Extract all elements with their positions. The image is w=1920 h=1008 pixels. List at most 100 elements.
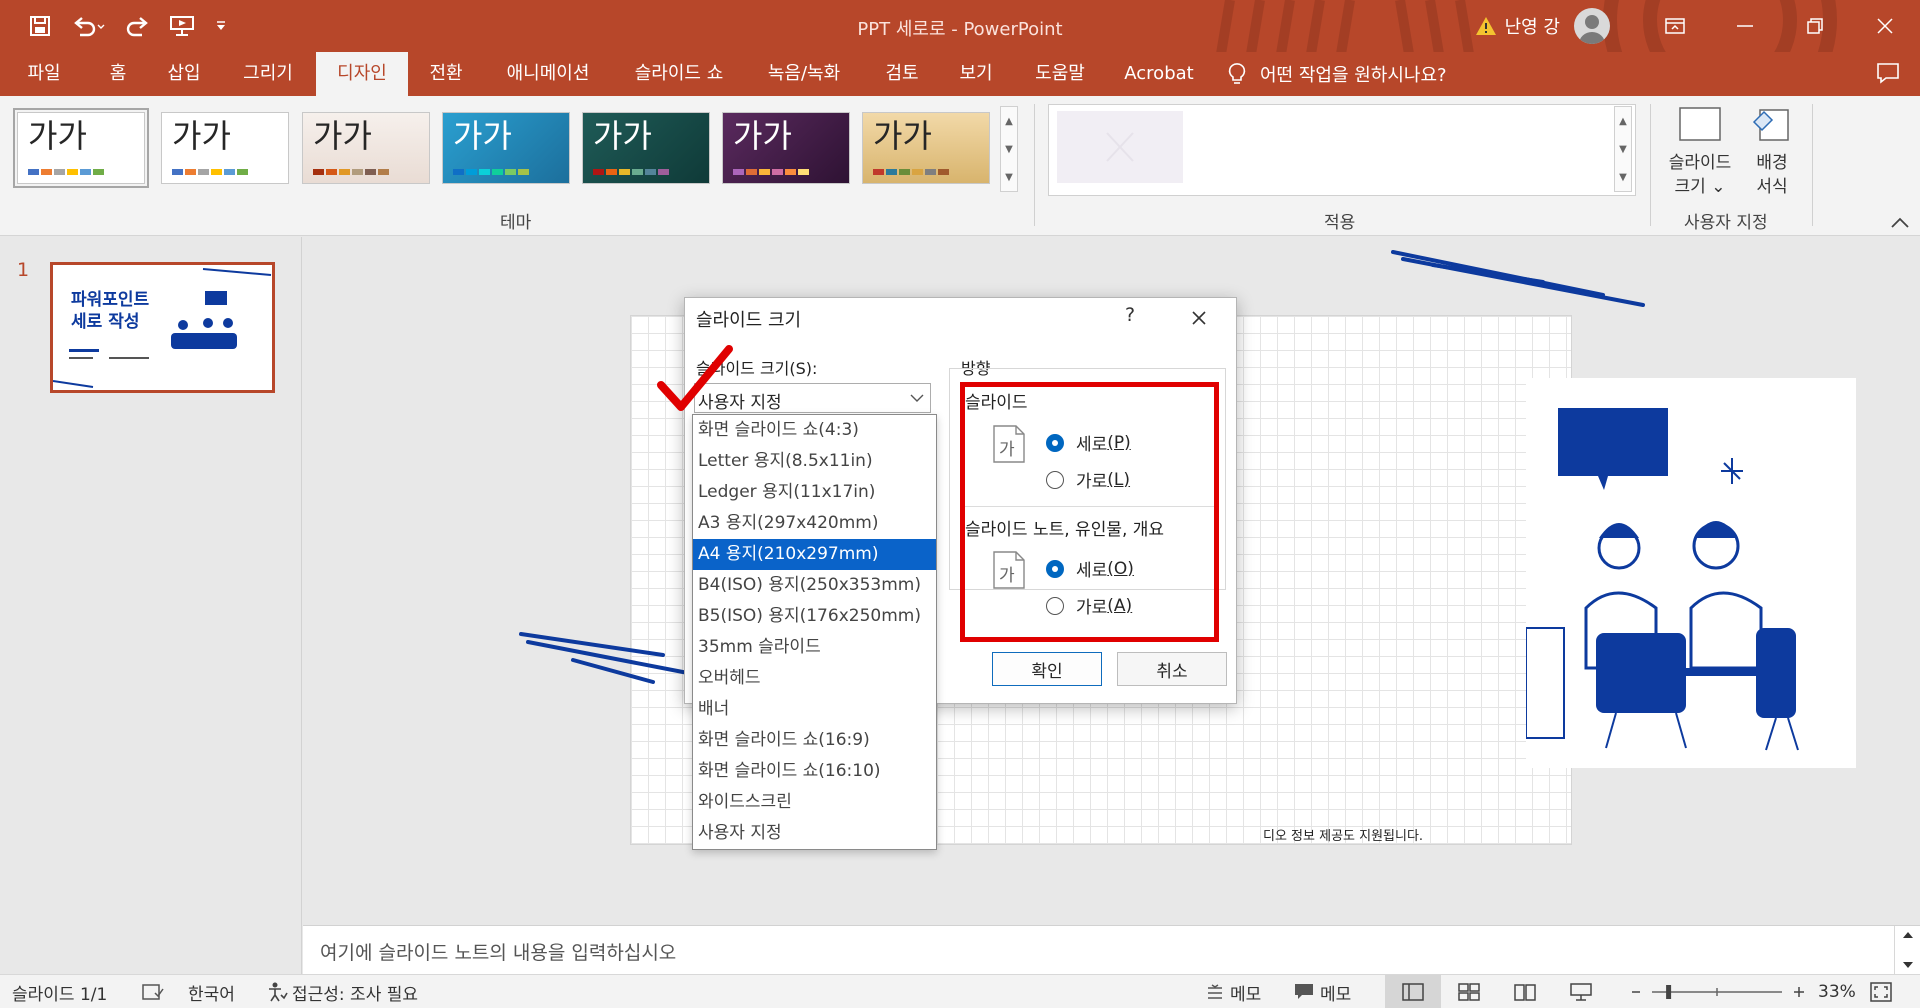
theme-ion[interactable]: 가가 [442,112,570,184]
tab-design[interactable]: 디자인 [316,52,408,96]
fit-to-window-icon[interactable] [1870,975,1892,1008]
scroll-up-icon[interactable]: ▲ [1615,107,1631,135]
tab-file[interactable]: 파일 [12,52,76,96]
theme-sample-text: 가가 [172,117,231,155]
gallery-more-icon[interactable]: ▼ [1001,163,1017,191]
tab-review[interactable]: 검토 [876,52,928,96]
theme-office-2[interactable]: 가가 [161,112,289,184]
warning-icon[interactable] [1475,16,1497,36]
dropdown-item[interactable]: 화면 슬라이드 쇼(16:9) [693,725,936,756]
slide-size-dropdown-list: 화면 슬라이드 쇼(4:3) Letter 용지(8.5x11in) Ledger … [692,414,937,850]
tab-home[interactable]: 홈 [96,52,140,96]
ribbon-display-options-icon[interactable] [1640,0,1710,52]
notes-toggle[interactable]: 메모 [1206,975,1261,1008]
slide-size-label-2: 크기 ⌄ [1674,177,1726,197]
dropdown-item[interactable]: A4 용지(210x297mm) [693,539,936,570]
zoom-slider-track[interactable] [1628,982,1808,1002]
slide-thumbnail-pane: 1 파워포인트 세로 작성 [0,237,302,974]
minimize-icon[interactable] [1710,0,1780,52]
start-slideshow-icon[interactable] [160,0,204,52]
thumbnail-title: 파워포인트 세로 작성 [71,289,149,333]
variants-gallery[interactable] [1048,104,1636,196]
zoom-slider[interactable] [1628,975,1808,1008]
tab-slideshow[interactable]: 슬라이드 쇼 [626,52,732,96]
undo-icon[interactable] [62,0,116,52]
theme-colors [313,169,389,175]
slide-sorter-icon[interactable] [1441,975,1497,1008]
dropdown-item[interactable]: 와이드스크린 [693,787,936,818]
slide-thumbnail[interactable]: 파워포인트 세로 작성 [50,262,275,393]
theme-ion-boardroom[interactable]: 가가 [582,112,710,184]
format-background-label-1: 배경 [1756,153,1788,173]
language-indicator[interactable]: 한국어 [188,975,235,1008]
save-icon[interactable] [18,0,62,52]
comments-icon[interactable] [1876,62,1900,89]
dropdown-item[interactable]: B4(ISO) 용지(250x353mm) [693,570,936,601]
zoom-level[interactable]: 33% [1818,975,1856,1008]
dialog-close-icon[interactable] [1185,304,1213,332]
dropdown-item[interactable]: Ledger 용지(11x17in) [693,477,936,508]
dialog-title: 슬라이드 크기 [696,310,802,331]
zoom-slider-thumb[interactable] [1666,985,1672,999]
user-name[interactable]: 난영 강 [1505,13,1560,39]
avatar[interactable] [1574,8,1610,44]
theme-parcel[interactable]: 가가 [862,112,990,184]
redo-icon[interactable] [116,0,160,52]
scroll-down-icon[interactable]: ▼ [1615,135,1631,163]
theme-gallery-scroll[interactable]: ▲ ▼ ▼ [1000,106,1018,192]
scroll-up-icon[interactable]: ▲ [1001,107,1017,135]
customize-qat-icon[interactable] [204,0,238,52]
tell-me-search[interactable]: 어떤 작업을 원하시나요? [1228,52,1447,96]
dropdown-item[interactable]: 배너 [693,694,936,725]
theme-office[interactable]: 가가 [13,108,149,188]
theme-colors [593,169,669,175]
tab-acrobat[interactable]: Acrobat [1118,52,1200,96]
group-separator [1034,104,1035,226]
slide-size-button[interactable]: 슬라이드 크기 ⌄ [1660,104,1740,199]
tab-insert[interactable]: 삽입 [158,52,210,96]
gallery-more-icon[interactable]: ▼ [1615,163,1631,191]
comments-toggle[interactable]: 메모 [1294,975,1351,1008]
notes-pane[interactable]: 여기에 슬라이드 노트의 내용을 입력하십시오 [303,925,1920,975]
dropdown-item[interactable]: 오버헤드 [693,663,936,694]
format-background-button[interactable]: 배경 서식 [1748,104,1796,199]
dropdown-item[interactable]: A3 용지(297x420mm) [693,508,936,539]
reading-view-icon[interactable] [1497,975,1553,1008]
help-icon[interactable]: ? [1125,304,1135,326]
tab-draw[interactable]: 그리기 [232,52,304,96]
dropdown-item[interactable]: 화면 슬라이드 쇼(4:3) [693,415,936,446]
chevron-down-icon[interactable] [904,384,930,412]
tab-transitions[interactable]: 전환 [420,52,472,96]
dropdown-item[interactable]: 35mm 슬라이드 [693,632,936,663]
dropdown-item[interactable]: 사용자 지정 [693,818,936,849]
scroll-down-icon[interactable]: ▼ [1001,135,1017,163]
tab-view[interactable]: 보기 [950,52,1002,96]
slide-size-icon [1679,107,1721,141]
comments-toggle-label: 메모 [1320,984,1352,1005]
close-icon[interactable] [1850,0,1920,52]
theme-wood[interactable]: 가가 [302,112,430,184]
normal-view-icon[interactable] [1385,975,1441,1008]
variant-thumbnail[interactable] [1057,111,1183,183]
theme-sample-text: 가가 [733,117,792,155]
notes-scrollbar[interactable] [1894,926,1920,975]
cancel-button[interactable]: 취소 [1117,652,1227,686]
accessibility-text: 접근성: 조사 필요 [292,984,419,1005]
dropdown-item[interactable]: Letter 용지(8.5x11in) [693,446,936,477]
spelling-check-icon[interactable] [142,975,164,1008]
theme-celestial[interactable]: 가가 [722,112,850,184]
thumbnail-title-line1: 파워포인트 [71,290,150,310]
tab-animations[interactable]: 애니메이션 [492,52,604,96]
tab-help[interactable]: 도움말 [1024,52,1096,96]
restore-icon[interactable] [1780,0,1850,52]
accessibility-status[interactable]: 접근성: 조사 필요 [266,975,418,1008]
slideshow-view-icon[interactable] [1553,975,1609,1008]
variants-scroll[interactable]: ▲ ▼ ▼ [1614,106,1632,192]
title-bar: PPT 세로로 - PowerPoint 난영 강 [0,0,1920,52]
dropdown-item[interactable]: 화면 슬라이드 쇼(16:10) [693,756,936,787]
ok-button[interactable]: 확인 [992,652,1102,686]
collapse-ribbon-icon[interactable] [1890,214,1910,234]
tab-recording[interactable]: 녹음/녹화 [758,52,850,96]
group-separator [1812,104,1813,226]
dropdown-item[interactable]: B5(ISO) 용지(176x250mm) [693,601,936,632]
